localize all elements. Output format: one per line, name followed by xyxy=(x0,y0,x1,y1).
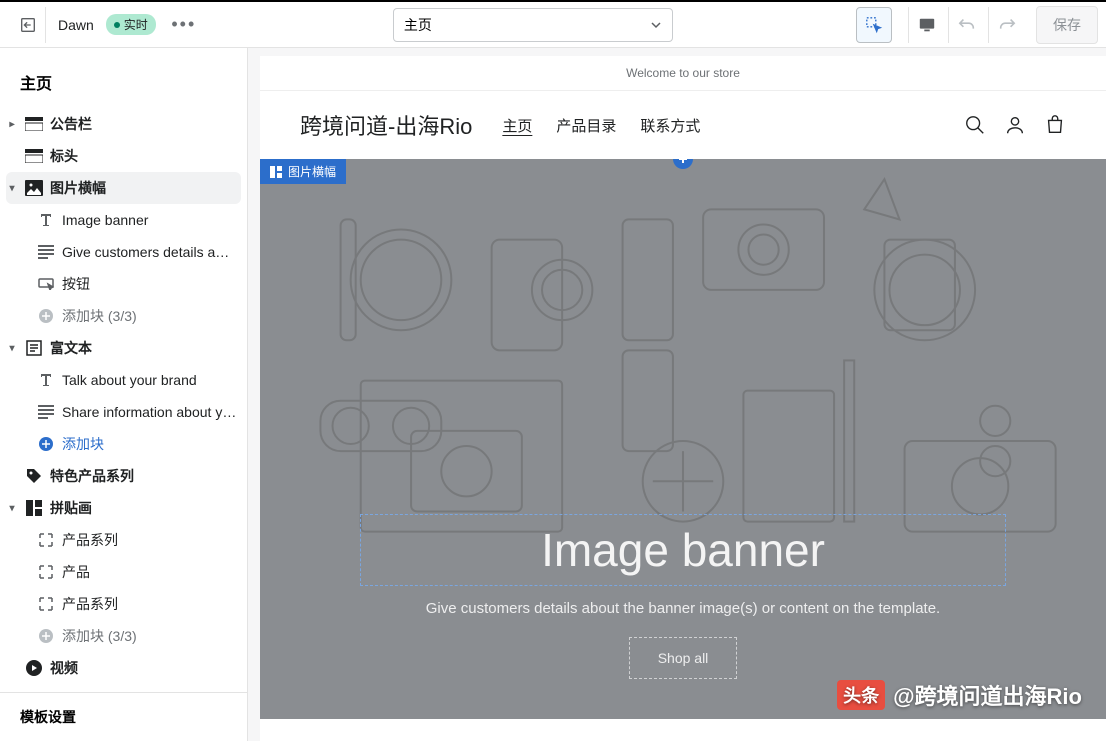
save-button[interactable]: 保存 xyxy=(1036,6,1098,44)
announcement-bar: Welcome to our store xyxy=(260,56,1106,91)
topbar: Dawn 实时 ••• 主页 保存 xyxy=(0,0,1106,48)
button-icon xyxy=(38,278,54,290)
site-nav: 主页 产品目录 联系方式 xyxy=(502,115,700,136)
search-icon[interactable] xyxy=(964,114,986,136)
account-icon[interactable] xyxy=(1004,114,1026,136)
banner-subtitle[interactable]: Give customers details about the banner … xyxy=(360,600,1006,617)
watermark: 头条 @跨境问道出海Rio xyxy=(837,679,1082,711)
page-selector[interactable]: 主页 xyxy=(393,8,673,42)
block-text[interactable]: Give customers details about ... xyxy=(0,236,247,268)
sidebar: 主页 ▸公告栏 标头 ▾图片横幅 Image banner Give custo… xyxy=(0,48,248,741)
text-icon xyxy=(38,372,54,388)
section-multicol[interactable]: ▾多列 xyxy=(0,684,247,692)
nav-contact[interactable]: 联系方式 xyxy=(640,115,700,136)
paragraph-icon xyxy=(38,405,54,419)
template-settings[interactable]: 模板设置 xyxy=(0,692,247,741)
plus-circle-icon xyxy=(38,628,54,644)
placeholder-icon xyxy=(39,533,53,547)
block-button[interactable]: 按钮 xyxy=(0,268,247,300)
watermark-text: @跨境问道出海Rio xyxy=(893,679,1082,711)
section-header[interactable]: 标头 xyxy=(0,140,247,172)
add-block[interactable]: 添加块 (3/3) xyxy=(0,300,247,332)
redo-button[interactable] xyxy=(988,7,1024,43)
sidebar-title: 主页 xyxy=(0,56,247,108)
banner-button[interactable]: Shop all xyxy=(629,637,738,679)
section-richtext[interactable]: ▾富文本 xyxy=(0,332,247,364)
theme-name: Dawn xyxy=(58,17,94,33)
section-collage[interactable]: ▾拼贴画 xyxy=(0,492,247,524)
image-icon xyxy=(25,180,43,196)
undo-button[interactable] xyxy=(948,7,984,43)
section-featured[interactable]: 特色产品系列 xyxy=(0,460,247,492)
placeholder-icon xyxy=(39,565,53,579)
text-icon xyxy=(38,212,54,228)
richtext-icon xyxy=(26,340,42,356)
plus-circle-icon xyxy=(38,308,54,324)
image-banner-section[interactable]: 图片横幅 xyxy=(260,159,1106,719)
undo-icon xyxy=(958,16,976,34)
desktop-icon xyxy=(918,16,936,34)
section-image-banner[interactable]: ▾图片横幅 xyxy=(6,172,241,204)
block-product[interactable]: 产品 xyxy=(0,556,247,588)
plus-circle-icon xyxy=(38,436,54,452)
exit-button[interactable] xyxy=(10,7,46,43)
preview-pane: Welcome to our store 跨境问道-出海Rio 主页 产品目录 … xyxy=(248,48,1106,741)
cart-icon[interactable] xyxy=(1044,114,1066,136)
paragraph-icon xyxy=(38,245,54,259)
add-block[interactable]: 添加块 (3/3) xyxy=(0,620,247,652)
collage-icon xyxy=(26,500,42,516)
site-title: 跨境问道-出海Rio xyxy=(300,109,472,141)
chevron-down-icon xyxy=(650,19,662,31)
section-video[interactable]: 视频 xyxy=(0,652,247,684)
inspector-mode-button[interactable] xyxy=(856,7,892,43)
section-icon xyxy=(25,149,43,163)
section-label-badge: 图片横幅 xyxy=(260,159,346,184)
block-heading[interactable]: Talk about your brand xyxy=(0,364,247,396)
section-icon xyxy=(25,117,43,131)
block-collection[interactable]: 产品系列 xyxy=(0,524,247,556)
plus-icon xyxy=(677,159,689,165)
section-announce[interactable]: ▸公告栏 xyxy=(0,108,247,140)
more-button[interactable]: ••• xyxy=(168,9,200,41)
inspector-icon xyxy=(865,16,883,34)
tag-icon xyxy=(26,468,42,484)
block-heading[interactable]: Image banner xyxy=(0,204,247,236)
placeholder-icon xyxy=(39,597,53,611)
redo-icon xyxy=(998,16,1016,34)
preview-canvas[interactable]: Welcome to our store 跨境问道-出海Rio 主页 产品目录 … xyxy=(260,56,1106,741)
nav-catalog[interactable]: 产品目录 xyxy=(556,115,616,136)
status-badge: 实时 xyxy=(106,14,156,35)
section-icon xyxy=(270,166,282,178)
add-block[interactable]: 添加块 xyxy=(0,428,247,460)
nav-home[interactable]: 主页 xyxy=(502,115,532,136)
site-header: 跨境问道-出海Rio 主页 产品目录 联系方式 xyxy=(260,91,1106,159)
block-text[interactable]: Share information about your... xyxy=(0,396,247,428)
banner-heading[interactable]: Image banner xyxy=(360,514,1006,586)
watermark-logo: 头条 xyxy=(837,680,885,710)
block-collection[interactable]: 产品系列 xyxy=(0,588,247,620)
exit-icon xyxy=(19,16,37,34)
desktop-view-button[interactable] xyxy=(908,7,944,43)
play-icon xyxy=(26,660,42,676)
